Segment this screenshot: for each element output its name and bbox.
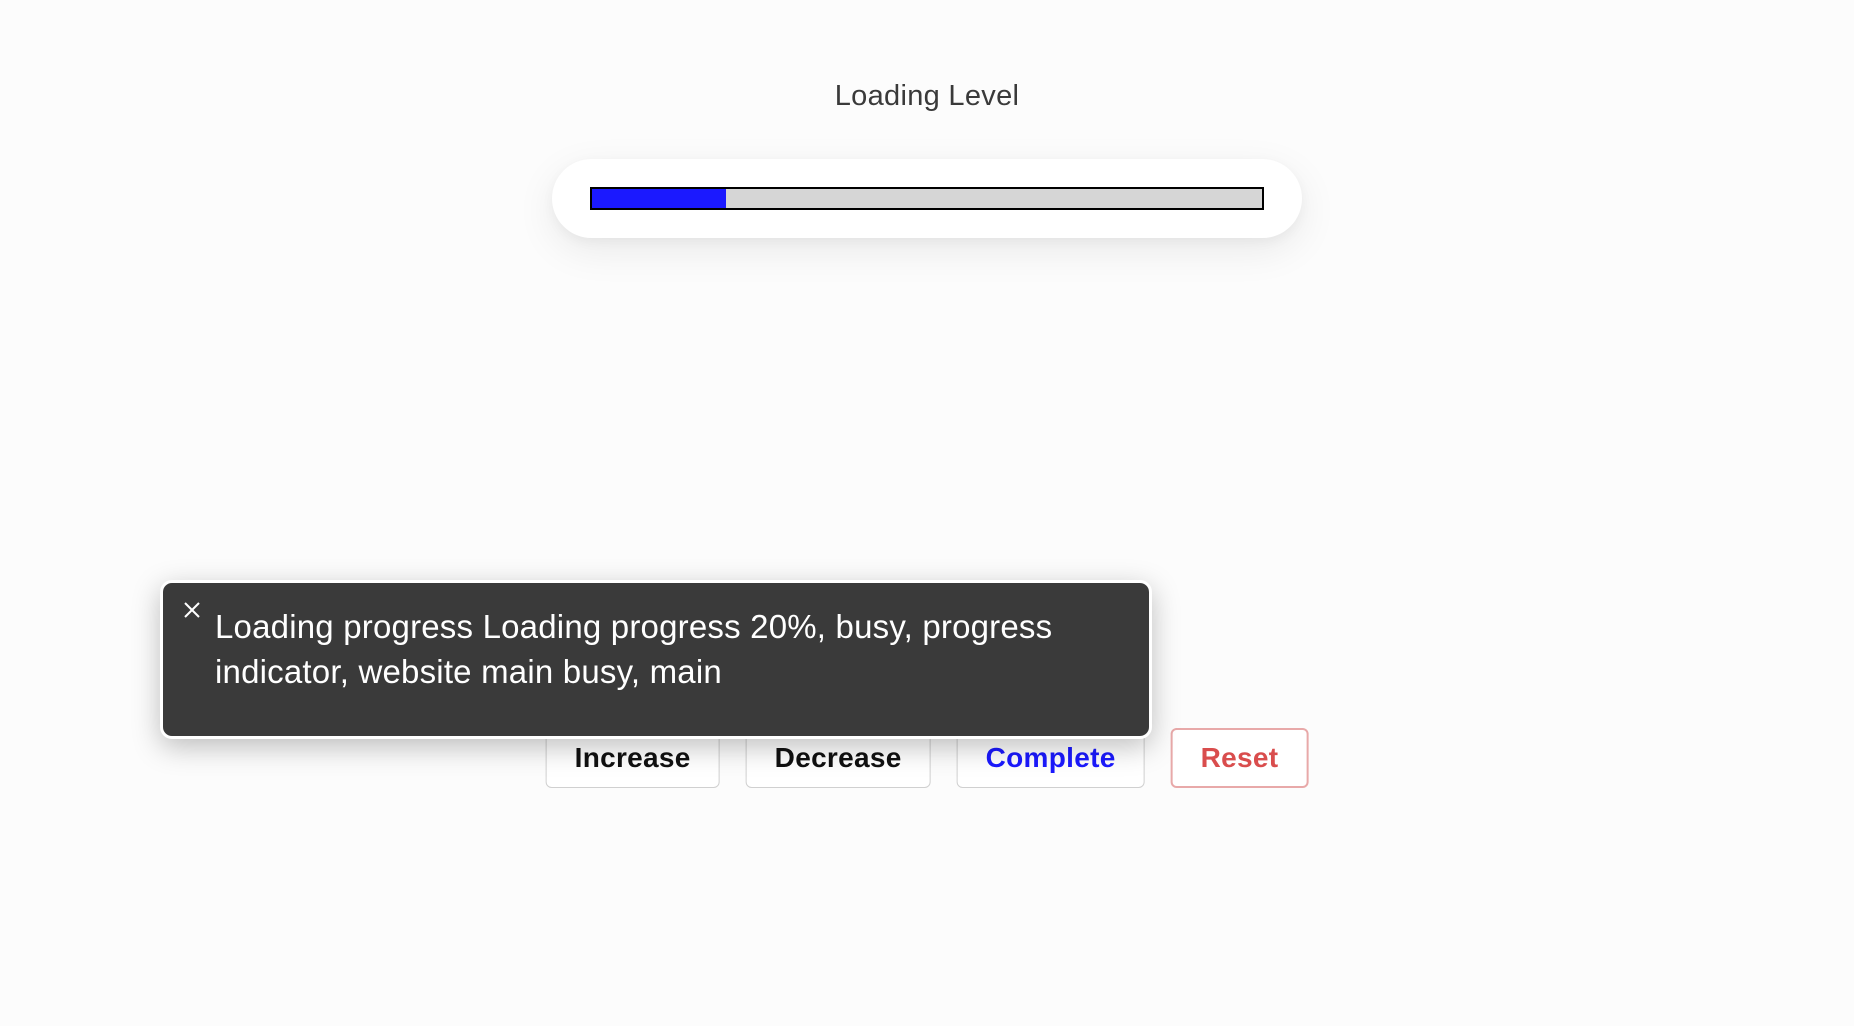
- tooltip-text: Loading progress Loading progress 20%, b…: [215, 605, 1113, 694]
- page-title: Loading Level: [0, 80, 1854, 113]
- accessibility-tooltip: Loading progress Loading progress 20%, b…: [160, 580, 1152, 739]
- progress-fill: [592, 189, 726, 208]
- reset-button[interactable]: Reset: [1171, 728, 1309, 788]
- progress-card: [552, 159, 1302, 238]
- progress-bar: [590, 187, 1264, 210]
- close-icon[interactable]: [183, 601, 201, 619]
